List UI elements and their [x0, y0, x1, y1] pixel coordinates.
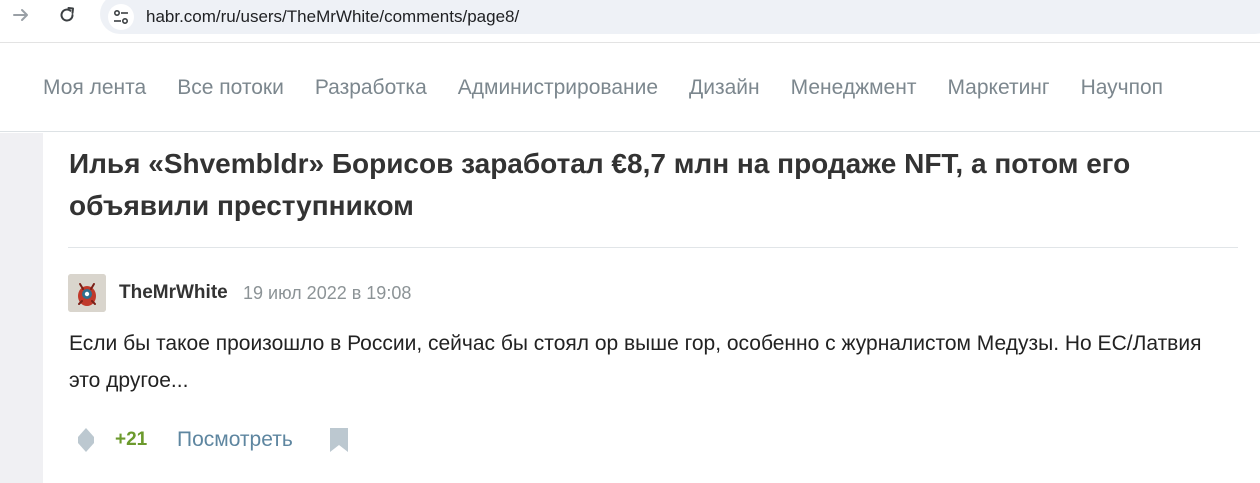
bookmark-icon[interactable] — [329, 427, 349, 453]
nav-item-my-feed[interactable]: Моя лента — [43, 76, 146, 100]
reload-button[interactable] — [54, 2, 80, 28]
divider — [68, 247, 1238, 248]
comment-body: Если бы такое произошло в России, сейчас… — [69, 332, 1202, 392]
site-nav: Моя лента Все потоки Разработка Админист… — [0, 44, 1260, 132]
author-link[interactable]: TheMrWhite — [119, 282, 228, 304]
nav-item-design[interactable]: Дизайн — [689, 76, 760, 100]
nav-item-all-flows[interactable]: Все потоки — [177, 76, 284, 100]
tune-icon — [113, 9, 129, 25]
reload-icon — [60, 7, 74, 22]
vote-icon[interactable] — [77, 427, 95, 453]
forward-button[interactable] — [8, 2, 34, 28]
comment-card: Илья «Shvembldr» Борисов заработал €8,7 … — [43, 133, 1260, 483]
nav-item-management[interactable]: Менеджмент — [791, 76, 917, 100]
nav-item-development[interactable]: Разработка — [315, 76, 427, 100]
arrow-right-icon — [13, 9, 28, 21]
nav-item-administration[interactable]: Администрирование — [458, 76, 658, 100]
avatar[interactable] — [68, 274, 106, 312]
view-comment-link[interactable]: Посмотреть — [177, 428, 293, 452]
address-bar[interactable]: habr.com/ru/users/TheMrWhite/comments/pa… — [100, 0, 1260, 34]
comment-timestamp[interactable]: 19 июл 2022 в 19:08 — [243, 283, 411, 304]
avatar-image — [68, 274, 106, 312]
site-info-button[interactable] — [108, 4, 134, 30]
browser-toolbar: habr.com/ru/users/TheMrWhite/comments/pa… — [0, 0, 1260, 43]
nav-item-marketing[interactable]: Маркетинг — [947, 76, 1049, 100]
nav-item-popsci[interactable]: Научпоп — [1081, 76, 1163, 100]
url-text[interactable]: habr.com/ru/users/TheMrWhite/comments/pa… — [146, 7, 519, 27]
post-title-link[interactable]: Илья «Shvembldr» Борисов заработал €8,7 … — [69, 143, 1219, 227]
score-counter: +21 — [115, 429, 148, 450]
